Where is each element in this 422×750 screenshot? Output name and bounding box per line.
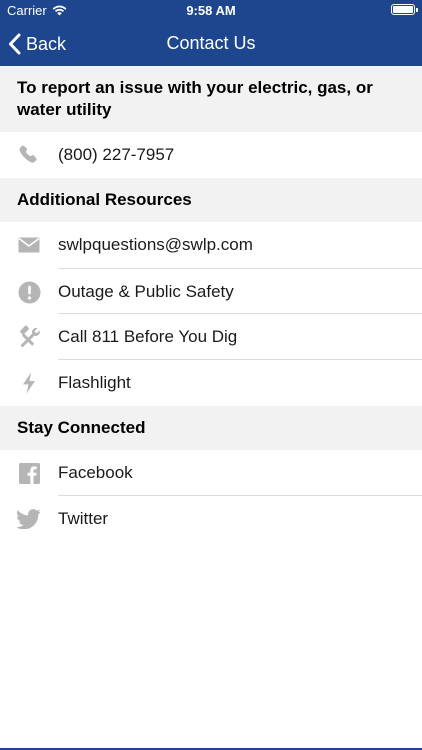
facebook-icon: [17, 461, 41, 485]
section-header-resources: Additional Resources: [0, 178, 422, 222]
facebook-label: Facebook: [58, 463, 133, 482]
phone-row[interactable]: (800) 227-7957: [0, 132, 422, 178]
back-button[interactable]: Back: [8, 29, 66, 59]
envelope-icon: [17, 233, 41, 257]
twitter-icon: [17, 507, 41, 531]
top-bar: Carrier 9:58 AM Back Contact Us: [0, 0, 422, 66]
outage-label: Outage & Public Safety: [58, 282, 234, 301]
section-header-report-text: To report an issue with your electric, g…: [17, 78, 373, 119]
back-label: Back: [26, 33, 67, 54]
battery-icon: [391, 4, 418, 15]
section-header-report: To report an issue with your electric, g…: [0, 66, 422, 132]
chevron-left-icon: [9, 33, 21, 55]
status-time: 9:58 AM: [186, 3, 236, 18]
phone-icon: [17, 143, 41, 167]
section-header-connected: Stay Connected: [0, 406, 422, 450]
twitter-label: Twitter: [58, 509, 109, 528]
tools-icon: [17, 325, 41, 349]
exclamation-icon: [17, 280, 41, 304]
email-label: swlpquestions@swlp.com: [58, 235, 253, 254]
flashlight-row[interactable]: Flashlight: [0, 360, 422, 406]
flashlight-label: Flashlight: [58, 373, 131, 392]
call811-label: Call 811 Before You Dig: [58, 327, 238, 346]
section-header-resources-text: Additional Resources: [17, 190, 192, 209]
facebook-row[interactable]: Facebook: [0, 450, 422, 496]
navigation-bar: Back Contact Us: [0, 22, 422, 66]
email-row[interactable]: swlpquestions@swlp.com: [0, 222, 422, 268]
call811-row[interactable]: Call 811 Before You Dig: [0, 314, 422, 360]
outage-row[interactable]: Outage & Public Safety: [0, 269, 422, 315]
lightning-icon: [17, 371, 41, 395]
twitter-row[interactable]: Twitter: [0, 496, 422, 542]
status-bar: Carrier 9:58 AM: [0, 0, 422, 22]
phone-number-label: (800) 227-7957: [58, 145, 175, 164]
section-header-connected-text: Stay Connected: [17, 418, 146, 437]
